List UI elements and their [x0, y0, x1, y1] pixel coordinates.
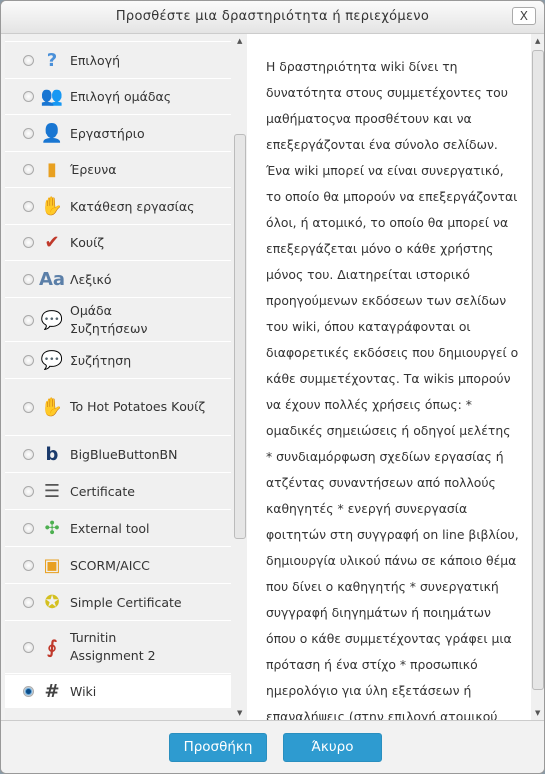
activity-item[interactable]: ▮ Έρευνα	[5, 152, 231, 188]
radio-button[interactable]	[23, 641, 34, 653]
activity-label: Έρευνα	[70, 161, 117, 177]
activity-label: Εργαστήριο	[70, 125, 145, 141]
dialog-titlebar: Προσθέστε μια δραστηριότητα ή περιεχόμεν…	[1, 1, 544, 34]
radio-button[interactable]	[23, 314, 34, 326]
activity-label: Turnitin Assignment 2	[70, 630, 156, 663]
bigbluebutton-icon: b	[45, 444, 59, 465]
chat-icon: 💬	[40, 350, 64, 371]
radio-button[interactable]	[23, 401, 34, 413]
radio-button[interactable]	[23, 164, 34, 175]
activity-label: To Hot Potatoes Κουίζ	[70, 399, 206, 414]
radio-button[interactable]	[23, 274, 34, 285]
radio-button[interactable]	[23, 55, 34, 66]
assignment-icon: ✋	[40, 196, 64, 217]
wiki-icon: #	[44, 681, 60, 702]
radio-button[interactable]	[23, 355, 34, 366]
workshop-icon: 👤	[40, 123, 64, 144]
cancel-button[interactable]: Άκυρο	[283, 733, 382, 762]
bar-chart-icon: ▮	[47, 159, 57, 180]
package-icon: ▣	[43, 555, 61, 576]
activity-item[interactable]: ✔ Κουίζ	[5, 225, 231, 261]
add-activity-dialog: Προσθέστε μια δραστηριότητα ή περιεχόμεν…	[0, 0, 545, 774]
radio-button[interactable]	[23, 128, 34, 139]
group-icon: 👥	[40, 86, 64, 107]
add-button[interactable]: Προσθήκη	[169, 733, 267, 762]
activity-list: ? Επιλογή 👥 Επιλογή ομάδας 👤 Εργαστήριο ▮ Έρευν…	[5, 34, 233, 720]
radio-button[interactable]	[23, 560, 34, 571]
activity-label: External tool	[70, 520, 150, 536]
activity-description: Η δραστηριότητα wiki δίνει τη δυνατότητα…	[266, 59, 519, 720]
activity-item[interactable]: Aa Λεξικό	[5, 262, 231, 298]
activity-list-scrollbar[interactable]: ▲ ▼	[233, 34, 247, 720]
activity-item[interactable]: ✋ Κατάθεση εργασίας	[5, 189, 231, 225]
radio-button[interactable]	[23, 91, 34, 102]
activity-item[interactable]: ▣ SCORM/AICC	[5, 548, 231, 584]
list-item-partial[interactable]	[5, 34, 231, 42]
activity-label: Επιλογή	[70, 52, 121, 68]
forum-icon: 💬	[40, 309, 64, 331]
radio-button[interactable]	[23, 486, 34, 497]
activity-label: Ομάδα Συζητήσεων	[70, 303, 148, 336]
radio-button[interactable]	[23, 201, 34, 212]
radio-button[interactable]	[23, 449, 34, 460]
activity-item[interactable]: 💬 Συζήτηση	[5, 343, 231, 379]
activity-label: Συζήτηση	[70, 352, 132, 368]
radio-button[interactable]	[23, 597, 34, 608]
activity-label: BigBlueButtonBN	[70, 446, 178, 462]
dialog-title: Προσθέστε μια δραστηριότητα ή περιεχόμεν…	[115, 9, 430, 24]
turnitin-icon: ∮	[46, 636, 58, 658]
activity-item[interactable]: ✋ To Hot Potatoes Κουίζ	[5, 379, 231, 436]
activity-label: Λεξικό	[70, 271, 112, 287]
activity-label: Certificate	[70, 483, 135, 499]
checkmark-icon: ✔	[44, 232, 60, 253]
question-icon: ?	[46, 50, 58, 71]
radio-button[interactable]	[23, 237, 34, 248]
activity-item[interactable]: ? Επιλογή	[5, 43, 231, 79]
activity-item[interactable]: 💬 Ομάδα Συζητήσεων	[5, 299, 231, 342]
activity-label: Κουίζ	[70, 234, 105, 250]
activity-label: Wiki	[70, 683, 97, 699]
activity-item[interactable]: ✣ External tool	[5, 511, 231, 547]
activity-item[interactable]: 👥 Επιλογή ομάδας	[5, 79, 231, 115]
activity-item[interactable]: 👤 Εργαστήριο	[5, 116, 231, 152]
ribbon-icon: ✪	[44, 592, 60, 613]
radio-button[interactable]	[23, 523, 34, 534]
radio-button[interactable]	[23, 686, 34, 697]
description-panel: Η δραστηριότητα wiki δίνει τη δυνατότητα…	[247, 34, 531, 720]
dialog-footer: Προσθήκη Άκυρο	[1, 720, 544, 773]
glossary-icon: Aa	[38, 269, 66, 290]
description-scrollbar[interactable]: ▲ ▼	[531, 34, 544, 720]
activity-item[interactable]: ☰ Certificate	[5, 474, 231, 510]
activity-item[interactable]: b BigBlueButtonBN	[5, 437, 231, 473]
activity-label: Simple Certificate	[70, 594, 182, 610]
hotpot-icon: ✋	[40, 396, 64, 418]
activity-item[interactable]: ✪ Simple Certificate	[5, 585, 231, 621]
activity-label: SCORM/AICC	[70, 557, 150, 573]
puzzle-icon: ✣	[44, 518, 60, 539]
activity-item[interactable]: # Wiki	[5, 675, 231, 708]
close-button[interactable]: X	[512, 7, 536, 25]
certificate-icon: ☰	[43, 481, 61, 502]
activity-label: Επιλογή ομάδας	[70, 88, 172, 104]
activity-label: Κατάθεση εργασίας	[70, 198, 195, 214]
activity-item[interactable]: ∮ Turnitin Assignment 2	[5, 621, 231, 674]
